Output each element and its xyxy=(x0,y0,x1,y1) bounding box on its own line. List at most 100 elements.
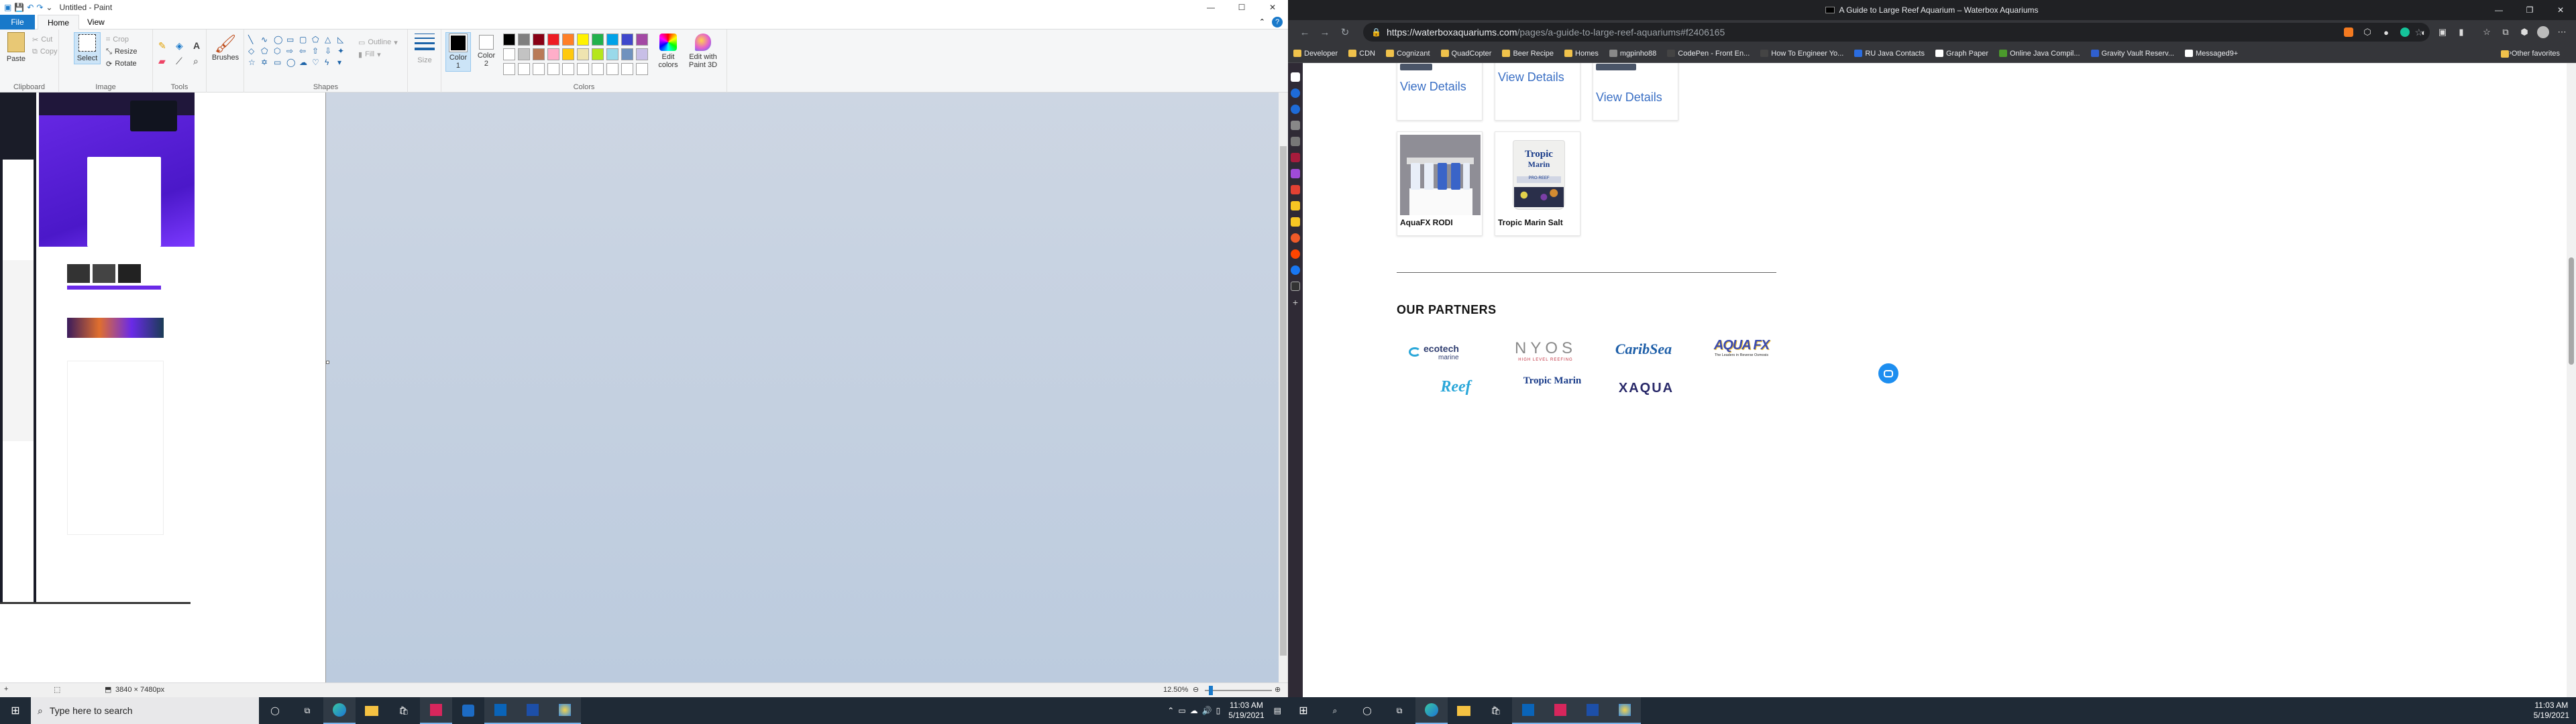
outlook-icon[interactable] xyxy=(484,697,517,724)
color-picker-icon[interactable]: ⟋ xyxy=(176,56,189,67)
text-icon[interactable]: A xyxy=(193,40,207,52)
cortana-icon[interactable]: ◯ xyxy=(1351,697,1383,724)
palette-swatch[interactable] xyxy=(592,63,604,75)
palette-swatch[interactable] xyxy=(562,34,574,46)
callout-rect-shape-icon[interactable]: ▭ xyxy=(274,58,284,67)
partner-logo-caribsea[interactable]: CaribSea xyxy=(1603,341,1684,367)
paint3d-button[interactable]: Edit with Paint 3D xyxy=(684,34,722,69)
clock[interactable]: 11:03 AM 5/19/2021 xyxy=(1228,701,1264,721)
oval-shape-icon[interactable]: ◯ xyxy=(274,35,284,44)
ext-camera-icon[interactable]: ▣ xyxy=(2434,23,2451,41)
arrow-up-shape-icon[interactable]: ⇧ xyxy=(312,46,323,56)
save-icon[interactable]: 💾 xyxy=(14,3,24,12)
color2-button[interactable]: Color 2 xyxy=(474,35,499,68)
cloud-icon[interactable]: ☁ xyxy=(1190,706,1198,715)
palette-swatch[interactable] xyxy=(533,48,545,60)
ext-grammarly-icon[interactable] xyxy=(2396,23,2414,41)
side-app-7-icon[interactable] xyxy=(1291,169,1300,178)
tab-home[interactable]: Home xyxy=(38,15,80,29)
task-view-icon[interactable]: ⧉ xyxy=(291,697,323,724)
undo-icon[interactable]: ↶ xyxy=(27,3,34,12)
maximize-icon[interactable]: ☐ xyxy=(1226,0,1257,15)
help-icon[interactable]: ? xyxy=(1272,17,1283,27)
heart-shape-icon[interactable]: ♡ xyxy=(312,58,323,67)
color1-button[interactable]: Color 1 xyxy=(445,32,471,72)
paste-button[interactable]: Paste xyxy=(3,32,30,63)
palette-swatch[interactable] xyxy=(533,63,545,75)
bookmark-item[interactable]: QuadCopter xyxy=(1440,50,1491,58)
palette-swatch[interactable] xyxy=(547,48,559,60)
bookmark-item[interactable]: RU Java Contacts xyxy=(1854,50,1925,58)
palette-swatch[interactable] xyxy=(533,34,545,46)
polygon-shape-icon[interactable]: ⬠ xyxy=(312,35,323,44)
browser-close-icon[interactable]: ✕ xyxy=(2545,0,2576,20)
notifications-icon[interactable]: ▤ xyxy=(1274,706,1281,715)
side-app-11-icon[interactable] xyxy=(1291,249,1300,259)
star5-shape-icon[interactable]: ☆ xyxy=(248,58,259,67)
star6-shape-icon[interactable]: ✡ xyxy=(261,58,272,67)
lightning-shape-icon[interactable]: ϟ xyxy=(325,58,335,67)
bookmark-item[interactable]: How To Engineer Yo... xyxy=(1760,50,1843,58)
bookmark-item[interactable]: CodePen - Front En... xyxy=(1667,50,1750,58)
palette-swatch[interactable] xyxy=(592,48,604,60)
start-button-right[interactable]: ⊞ xyxy=(1288,697,1319,724)
scrollbar-thumb[interactable] xyxy=(1280,146,1287,656)
palette-swatch[interactable] xyxy=(577,63,589,75)
customize-chevron-icon[interactable]: ⌄ xyxy=(46,3,52,12)
palette-swatch[interactable] xyxy=(636,34,648,46)
cortana-icon[interactable]: ◯ xyxy=(259,697,291,724)
ext-box-icon[interactable]: ▮ xyxy=(2453,23,2470,41)
outlook-icon[interactable] xyxy=(1512,697,1544,724)
view-details-link-2[interactable]: View Details xyxy=(1498,70,1564,84)
arrow-right-shape-icon[interactable]: ⇨ xyxy=(286,46,297,56)
collapse-ribbon-icon[interactable]: ⌃ xyxy=(1259,17,1265,26)
magnifier-icon[interactable]: ⌕ xyxy=(193,56,207,67)
partner-logo-nyos[interactable]: NYOS HIGH LEVEL REEFING xyxy=(1505,339,1586,369)
ext-record-icon[interactable]: ◐ xyxy=(2415,23,2432,41)
start-button[interactable]: ⊞ xyxy=(0,697,31,724)
pencil-icon[interactable]: ✎ xyxy=(158,40,172,52)
network-icon[interactable]: ▭ xyxy=(1178,706,1185,715)
bookmark-item[interactable]: mgpinho88 xyxy=(1609,50,1656,58)
callout-cloud-shape-icon[interactable]: ☁ xyxy=(299,58,310,67)
refresh-icon[interactable]: ↻ xyxy=(1335,22,1355,42)
rotate-button[interactable]: ⟳ Rotate xyxy=(106,58,137,70)
resize-handle[interactable] xyxy=(326,361,329,364)
side-add-icon[interactable]: + xyxy=(1291,298,1300,307)
favorites-icon[interactable]: ☆ xyxy=(2478,23,2496,41)
taskbar-search[interactable]: ⌕ Type here to search xyxy=(31,697,259,724)
side-app-9-icon[interactable] xyxy=(1291,217,1300,227)
word-icon[interactable] xyxy=(1576,697,1609,724)
select-button[interactable]: Select xyxy=(74,32,101,64)
triangle-shape-icon[interactable]: △ xyxy=(325,35,335,44)
color-palette[interactable] xyxy=(503,34,657,78)
hexagon-shape-icon[interactable]: ⬡ xyxy=(274,46,284,56)
zoom-slider[interactable] xyxy=(1205,686,1272,695)
paint-taskbar-icon[interactable] xyxy=(1609,697,1641,724)
store-icon[interactable]: 🛍 xyxy=(388,697,420,724)
page-scrollbar-thumb[interactable] xyxy=(2569,257,2574,365)
bookmark-item[interactable]: Gravity Vault Reserv... xyxy=(2090,50,2174,58)
view-details-link-1[interactable]: View Details xyxy=(1400,80,1466,94)
palette-swatch[interactable] xyxy=(518,63,530,75)
edit-colors-button[interactable]: Edit colors xyxy=(655,34,682,69)
search-icon[interactable]: ⌕ xyxy=(1319,697,1351,724)
edge-taskbar-icon[interactable] xyxy=(323,697,356,724)
palette-swatch[interactable] xyxy=(503,34,515,46)
close-icon[interactable]: ✕ xyxy=(1257,0,1288,15)
redo-icon[interactable]: ↷ xyxy=(36,3,43,12)
collections-icon[interactable]: ⧉ xyxy=(2497,23,2514,41)
clock[interactable]: 11:03 AM 5/19/2021 xyxy=(2534,701,2569,721)
zoom-out-icon[interactable]: ⊖ xyxy=(1193,685,1199,694)
file-explorer-icon[interactable] xyxy=(1448,697,1480,724)
tray-chevron-icon[interactable]: ⌃ xyxy=(1167,706,1174,715)
rect-shape-icon[interactable]: ▭ xyxy=(286,35,297,44)
partner-logo-xaqua[interactable]: XAQUA xyxy=(1613,381,1680,401)
side-app-5-icon[interactable] xyxy=(1291,137,1300,146)
ext-chat-icon[interactable]: ● xyxy=(2377,23,2395,41)
bookmark-item[interactable]: Homes xyxy=(1564,50,1599,58)
arrow-down-shape-icon[interactable]: ⇩ xyxy=(325,46,335,56)
palette-swatch[interactable] xyxy=(621,48,633,60)
curve-shape-icon[interactable]: ∿ xyxy=(261,35,272,44)
crop-button[interactable]: ⌗ Crop xyxy=(106,34,137,46)
